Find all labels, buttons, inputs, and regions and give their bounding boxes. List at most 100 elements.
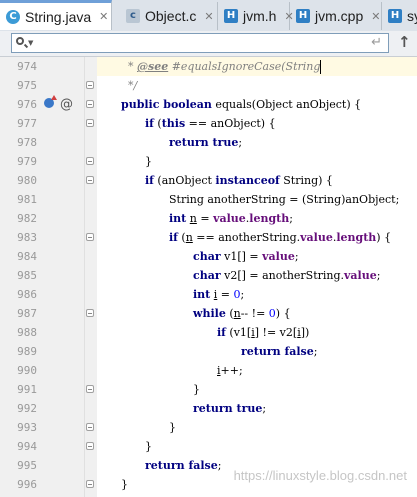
fold-marker-icon[interactable]	[86, 233, 94, 241]
overrides-method-icon[interactable]	[44, 95, 57, 108]
fold-marker-icon[interactable]	[86, 385, 94, 393]
code-text: }	[193, 383, 200, 396]
fold-marker-icon[interactable]	[86, 157, 94, 165]
code-text: * @see #equalsIgnoreCase(String	[128, 60, 322, 74]
code-line[interactable]: 979 }	[0, 152, 417, 171]
code-line[interactable]: 986 int i = 0;	[0, 285, 417, 304]
fold-marker-icon[interactable]	[86, 119, 94, 127]
code-text: while (n-- != 0) {	[193, 307, 291, 320]
tab-object-c[interactable]: c Object.c ✕	[120, 2, 218, 30]
code-text: public boolean equals(Object anObject) {	[121, 98, 362, 111]
code-line[interactable]: 989 return false;	[0, 342, 417, 361]
line-number: 990	[17, 364, 37, 377]
search-icon[interactable]	[16, 37, 24, 45]
code-text: char v1[] = value;	[193, 250, 299, 263]
line-number: 995	[17, 459, 37, 472]
code-text: }	[145, 155, 152, 168]
line-number: 991	[17, 383, 37, 396]
code-line[interactable]: 975 */	[0, 76, 417, 95]
tab-sy[interactable]: H sy	[382, 2, 417, 30]
tab-string-java[interactable]: C String.java ✕	[0, 0, 112, 30]
fold-marker-icon[interactable]	[86, 480, 94, 488]
code-text: }	[121, 478, 128, 491]
code-line[interactable]: 974 * @see #equalsIgnoreCase(String	[0, 57, 417, 76]
fold-marker-icon[interactable]	[86, 423, 94, 431]
fold-marker-icon[interactable]	[86, 176, 94, 184]
class-icon: C	[6, 9, 20, 24]
line-number: 983	[17, 231, 37, 244]
line-number: 982	[17, 212, 37, 225]
h-file-icon: H	[296, 9, 310, 23]
code-text: int n = value.length;	[169, 212, 293, 225]
code-line[interactable]: 992 return true;	[0, 399, 417, 418]
code-line[interactable]: 977 if (this == anObject) {	[0, 114, 417, 133]
code-line[interactable]: 983 if (n == anotherString.value.length)…	[0, 228, 417, 247]
code-text: return true;	[169, 136, 243, 149]
line-number: 989	[17, 345, 37, 358]
code-text: char v2[] = anotherString.value;	[193, 269, 381, 282]
tab-jvm-h[interactable]: H jvm.h ✕	[218, 2, 294, 30]
code-text: if (n == anotherString.value.length) {	[169, 231, 392, 244]
close-icon[interactable]: ✕	[204, 10, 213, 23]
line-number: 985	[17, 269, 37, 282]
line-number: 981	[17, 193, 37, 206]
code-line[interactable]: 994 }	[0, 437, 417, 456]
fold-marker-icon[interactable]	[86, 309, 94, 317]
code-text: */	[128, 79, 138, 92]
tab-label: jvm.cpp	[315, 8, 364, 24]
code-line[interactable]: 987 while (n-- != 0) {	[0, 304, 417, 323]
code-text: if (v1[i] != v2[i])	[217, 326, 310, 339]
code-text: return false;	[145, 459, 222, 472]
line-number: 996	[17, 478, 37, 491]
enter-icon: ↵	[371, 35, 382, 50]
code-text: if (this == anObject) {	[145, 117, 276, 130]
c-file-icon: c	[126, 9, 140, 23]
code-line[interactable]: 991 }	[0, 380, 417, 399]
close-icon[interactable]: ✕	[99, 10, 108, 23]
code-text: if (anObject instanceof String) {	[145, 174, 333, 187]
search-input[interactable]	[38, 35, 362, 53]
code-line[interactable]: 993 }	[0, 418, 417, 437]
code-text: return false;	[241, 345, 318, 358]
code-line[interactable]: 982 int n = value.length;	[0, 209, 417, 228]
code-line[interactable]: 978 return true;	[0, 133, 417, 152]
code-line[interactable]: 990 i++;	[0, 361, 417, 380]
code-text: String anotherString = (String)anObject;	[169, 193, 400, 206]
line-number: 978	[17, 136, 37, 149]
annotation-icon[interactable]: @	[60, 95, 73, 114]
h-file-icon: H	[224, 9, 238, 23]
code-line[interactable]: 988 if (v1[i] != v2[i])	[0, 323, 417, 342]
line-number: 986	[17, 288, 37, 301]
line-number: 992	[17, 402, 37, 415]
search-box[interactable]: ▼ ↵	[11, 33, 389, 53]
code-line[interactable]: 976 @ public boolean equals(Object anObj…	[0, 95, 417, 114]
editor-tab-bar: C String.java ✕ c Object.c ✕ H jvm.h ✕ H…	[0, 0, 417, 32]
fold-marker-icon[interactable]	[86, 81, 94, 89]
previous-occurrence-icon[interactable]: ↑	[398, 33, 411, 51]
line-number: 984	[17, 250, 37, 263]
line-number: 987	[17, 307, 37, 320]
code-line[interactable]: 980 if (anObject instanceof String) {	[0, 171, 417, 190]
code-editor[interactable]: 974 * @see #equalsIgnoreCase(String 975 …	[0, 57, 417, 497]
tab-label: jvm.h	[243, 8, 277, 24]
chevron-down-icon[interactable]: ▼	[28, 39, 33, 47]
code-text: int i = 0;	[193, 288, 245, 301]
code-text: i++;	[217, 364, 243, 377]
code-line[interactable]: 985 char v2[] = anotherString.value;	[0, 266, 417, 285]
code-text: }	[169, 421, 176, 434]
tab-label: Object.c	[145, 8, 197, 24]
code-line[interactable]: 984 char v1[] = value;	[0, 247, 417, 266]
fold-marker-icon[interactable]	[86, 442, 94, 450]
fold-marker-icon[interactable]	[86, 100, 94, 108]
line-number: 994	[17, 440, 37, 453]
line-number: 975	[17, 79, 37, 92]
tab-jvm-cpp[interactable]: H jvm.cpp ✕	[290, 2, 382, 30]
tab-label: sy	[407, 8, 417, 24]
h-file-icon: H	[388, 9, 402, 23]
line-number: 977	[17, 117, 37, 130]
line-number: 980	[17, 174, 37, 187]
code-line[interactable]: 981 String anotherString = (String)anObj…	[0, 190, 417, 209]
line-number: 979	[17, 155, 37, 168]
close-icon[interactable]: ✕	[371, 10, 380, 23]
line-number: 993	[17, 421, 37, 434]
